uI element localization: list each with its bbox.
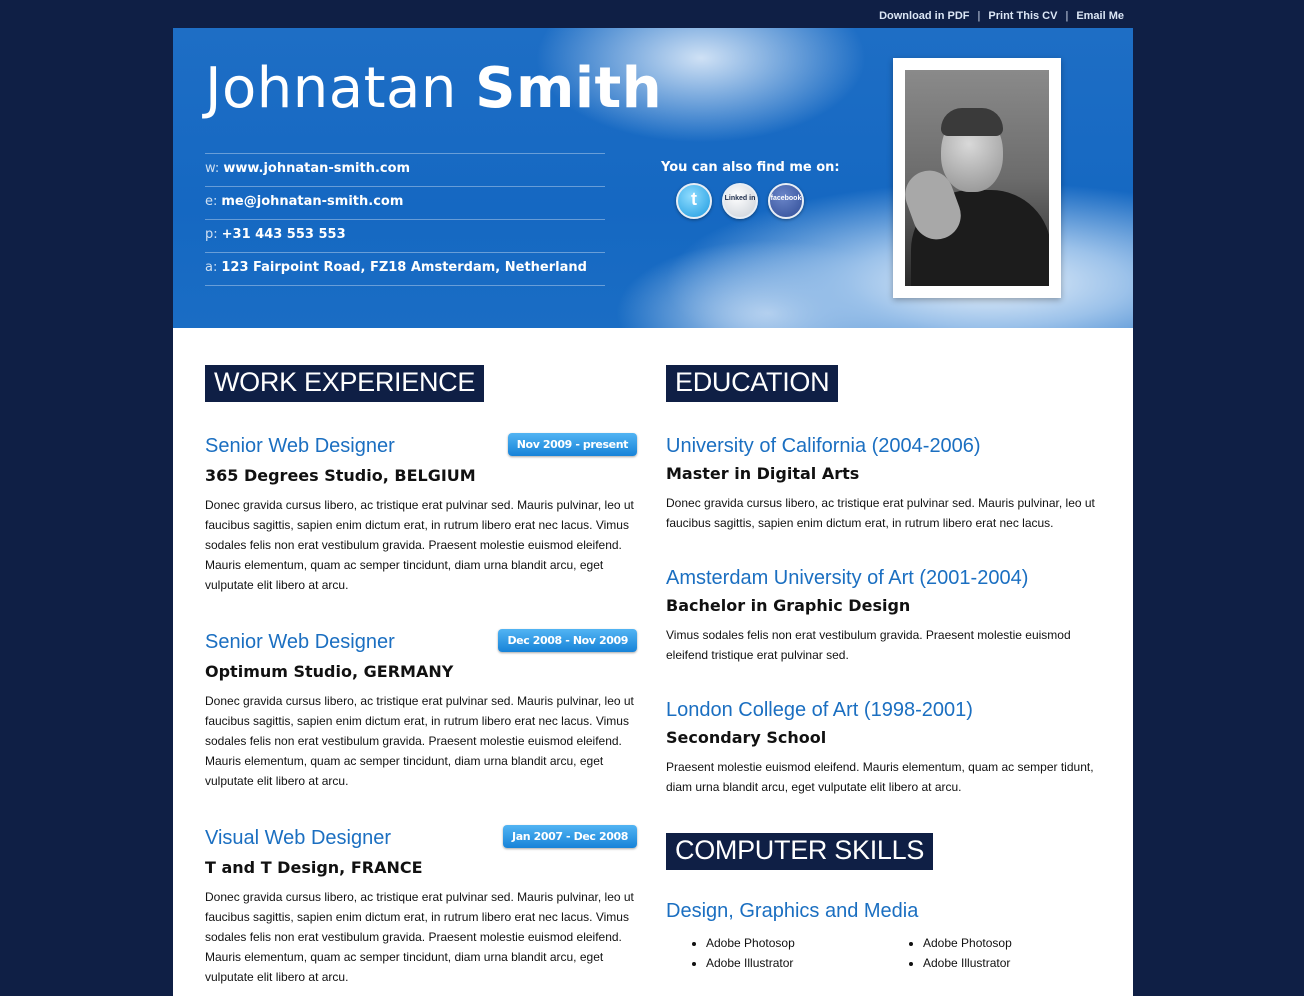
skill-item: Adobe Photosop (923, 933, 1100, 953)
date-badge: Nov 2009 - present (507, 433, 637, 456)
contact-key: w: (205, 161, 220, 176)
contact-list: w: www.johnatan-smith.com e: me@johnatan-s… (205, 153, 605, 286)
website-value[interactable]: www.johnatan-smith.com (223, 161, 410, 176)
job-company: 365 Degrees Studio, BELGIUM (205, 466, 476, 485)
education-description: Donec gravida cursus libero, ac tristiqu… (666, 496, 1095, 530)
contact-key: e: (205, 194, 218, 209)
last-name: Smith (475, 56, 663, 121)
skill-item: Adobe Photosop (706, 933, 883, 953)
separator: | (1065, 10, 1069, 22)
email-me-link[interactable]: Email Me (1076, 10, 1124, 22)
job-description: Donec gravida cursus libero, ac tristiqu… (205, 498, 634, 592)
contact-key: p: (205, 227, 218, 242)
twitter-icon[interactable]: t (676, 183, 712, 219)
print-cv-link[interactable]: Print This CV (988, 10, 1057, 22)
degree: Master in Digital Arts (666, 464, 860, 483)
first-name: Johnatan (205, 56, 457, 121)
skills-column-1: Adobe Photosop Adobe Illustrator (666, 933, 883, 973)
profile-photo-frame (893, 58, 1061, 298)
skills-list: Adobe Photosop Adobe Illustrator Adobe P… (666, 933, 1101, 973)
contact-website: w: www.johnatan-smith.com (205, 153, 605, 186)
main-content: WORK EXPERIENCE Senior Web Designer Nov … (173, 328, 1133, 996)
email-value[interactable]: me@johnatan-smith.com (221, 194, 403, 209)
top-bar: Download in PDF | Print This CV | Email Me (0, 0, 1304, 28)
profile-photo (905, 70, 1049, 286)
address-value: 123 Fairpoint Road, FZ18 Amsterdam, Neth… (221, 260, 587, 275)
work-experience-heading: WORK EXPERIENCE (205, 365, 485, 402)
contact-address: a: 123 Fairpoint Road, FZ18 Amsterdam, Ne… (205, 252, 605, 286)
education-description: Praesent molestie euismod eleifend. Maur… (666, 760, 1094, 794)
job-description: Donec gravida cursus libero, ac tristiqu… (205, 694, 634, 788)
date-badge: Jan 2007 - Dec 2008 (503, 825, 637, 848)
school-name: London College of Art (1998-2001) (666, 699, 973, 721)
computer-skills-heading: COMPUTER SKILLS (666, 833, 934, 870)
job-company: Optimum Studio, GERMANY (205, 662, 454, 681)
header-banner: Johnatan Smith w: www.johnatan-smith.com … (173, 28, 1133, 328)
right-column: EDUCATION University of California (2004… (666, 328, 1101, 973)
skill-item: Adobe Illustrator (923, 953, 1100, 973)
social-title: You can also find me on: (661, 160, 840, 175)
contact-email: e: me@johnatan-smith.com (205, 186, 605, 219)
facebook-icon[interactable]: facebook (768, 183, 804, 219)
education-entry: London College of Art (1998-2001) Second… (666, 699, 1101, 797)
top-links: Download in PDF | Print This CV | Email Me (879, 10, 1124, 22)
education-description: Vimus sodales felis non erat vestibulum … (666, 628, 1071, 662)
school-name: University of California (2004-2006) (666, 435, 981, 457)
download-pdf-link[interactable]: Download in PDF (879, 10, 969, 22)
degree: Secondary School (666, 728, 827, 747)
photo-hair-shape (941, 108, 1003, 136)
phone-value: +31 443 553 553 (221, 227, 346, 242)
degree: Bachelor in Graphic Design (666, 596, 911, 615)
separator: | (977, 10, 981, 22)
education-heading: EDUCATION (666, 365, 839, 402)
school-name: Amsterdam University of Art (2001-2004) (666, 567, 1029, 589)
skills-subtitle: Design, Graphics and Media (666, 900, 919, 922)
job-entry: Senior Web Designer Nov 2009 - present 3… (205, 433, 637, 595)
skills-column-2: Adobe Photosop Adobe Illustrator (883, 933, 1100, 973)
person-name: Johnatan Smith (205, 56, 662, 121)
linkedin-icon[interactable]: Linked in (722, 183, 758, 219)
left-column: WORK EXPERIENCE Senior Web Designer Nov … (205, 328, 637, 987)
contact-phone: p: +31 443 553 553 (205, 219, 605, 252)
job-entry: Senior Web Designer Dec 2008 - Nov 2009 … (205, 629, 637, 791)
job-entry: Visual Web Designer Jan 2007 - Dec 2008 … (205, 825, 637, 987)
date-badge: Dec 2008 - Nov 2009 (498, 629, 637, 652)
education-entry: Amsterdam University of Art (2001-2004) … (666, 567, 1101, 665)
contact-key: a: (205, 260, 218, 275)
job-company: T and T Design, FRANCE (205, 858, 423, 877)
job-description: Donec gravida cursus libero, ac tristiqu… (205, 890, 634, 984)
skill-item: Adobe Illustrator (706, 953, 883, 973)
education-entry: University of California (2004-2006) Mas… (666, 435, 1101, 533)
